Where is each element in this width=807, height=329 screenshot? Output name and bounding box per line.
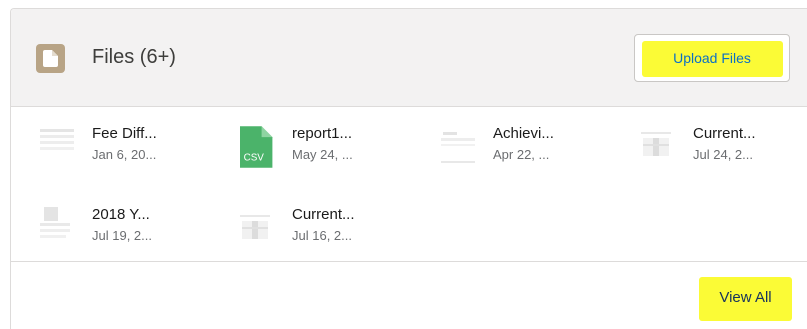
file-name: Fee Diff... [92, 125, 157, 142]
upload-files-button[interactable]: Upload Files [634, 34, 790, 82]
file-tile[interactable]: Current... Jul 16, 2... [240, 203, 430, 253]
file-name: report1... [292, 125, 353, 142]
file-date: Jul 19, 2... [92, 228, 152, 243]
document-thumbnail [40, 207, 70, 238]
csv-badge-text: CSV [244, 153, 265, 164]
view-all-link[interactable]: View All [699, 277, 792, 321]
card-title: Files (6+) [92, 46, 176, 68]
file-tile[interactable]: 2018 Y... Jul 19, 2... [40, 203, 230, 253]
csv-icon: CSV [240, 126, 273, 168]
file-grid: Fee Diff... Jan 6, 20... CSV report1... … [11, 107, 807, 259]
file-name: 2018 Y... [92, 206, 150, 223]
upload-files-label: Upload Files [673, 50, 751, 66]
view-all-label: View All [719, 289, 772, 306]
file-date: May 24, ... [292, 147, 353, 162]
file-date: Jan 6, 20... [92, 147, 157, 162]
document-thumbnail [641, 132, 671, 156]
file-name: Achievi... [493, 125, 554, 142]
footer-divider [11, 261, 807, 262]
file-date: Apr 22, ... [493, 147, 550, 162]
file-name: Current... [693, 125, 756, 142]
file-date: Jul 16, 2... [292, 228, 352, 243]
file-tile[interactable]: CSV report1... May 24, ... [240, 122, 430, 172]
file-date: Jul 24, 2... [693, 147, 753, 162]
file-name: Current... [292, 206, 355, 223]
card-header: Files (6+) Upload Files [11, 9, 807, 107]
document-thumbnail [240, 215, 270, 239]
file-tile[interactable]: Fee Diff... Jan 6, 20... [40, 122, 230, 172]
document-thumbnail [441, 132, 475, 163]
file-tile[interactable]: Achievi... Apr 22, ... [441, 122, 631, 172]
file-tile[interactable]: Current... Jul 24, 2... [641, 122, 807, 172]
document-thumbnail [40, 129, 74, 150]
files-card: Files (6+) Upload Files Fee Diff... Jan … [10, 8, 807, 329]
file-icon [36, 44, 65, 73]
